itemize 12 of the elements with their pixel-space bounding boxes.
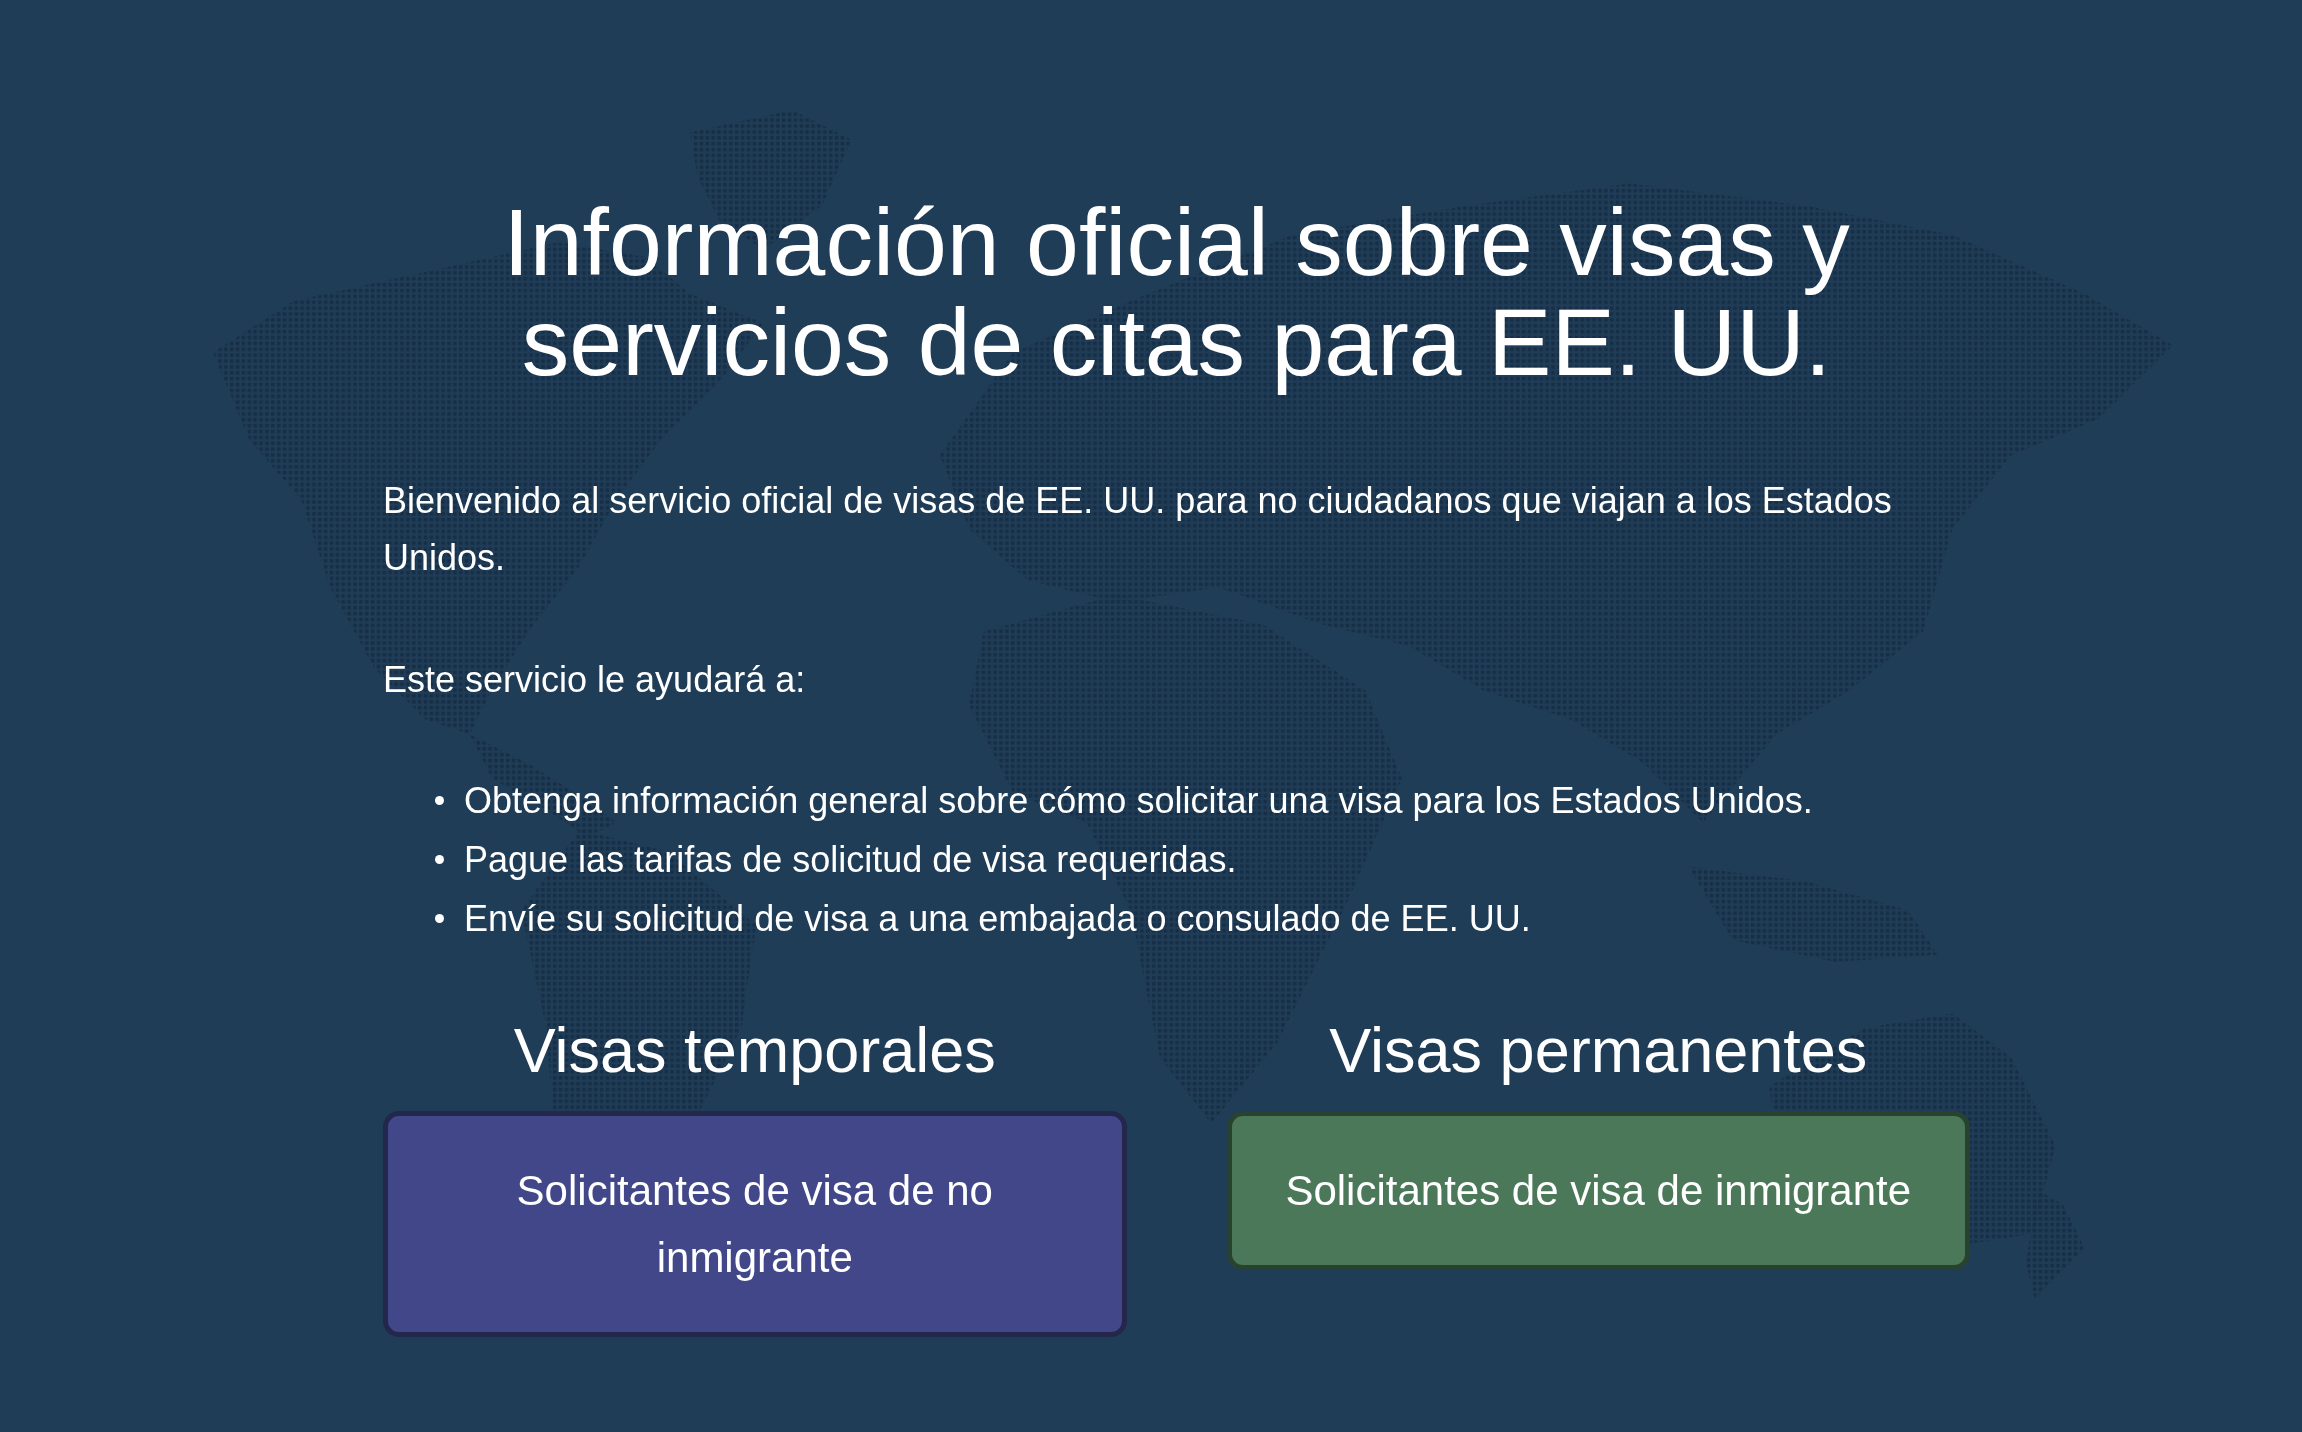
category-heading: Visas temporales — [512, 1014, 997, 1087]
visa-applicant-button[interactable]: Solicitantes de visa de inmigrante — [1226, 1111, 1970, 1270]
intro-paragraph: Este servicio le ayudará a: — [383, 658, 807, 702]
service-item: Obtenga información general sobre cómo solicitar una visa para los Estados Unidos. — [464, 779, 1813, 823]
service-item: Envíe su solicitud de visa a una embajada o consulado de EE. UU. — [464, 897, 1531, 941]
intro-paragraph: Bienvenido al servicio oficial de visas de EE. UU. para no ciudadanos que viajan a los Estados Unidos. — [383, 479, 1893, 580]
service-item: Pague las tarifas de solicitud de visa requeridas. — [464, 838, 1237, 882]
bullet-icon — [435, 855, 444, 864]
category-heading: Visas permanentes — [1328, 1014, 1869, 1087]
bullet-icon — [435, 914, 444, 923]
visa-applicant-button[interactable]: Solicitantes de visa de no inmigrante — [383, 1111, 1127, 1337]
bullet-icon — [435, 796, 444, 805]
